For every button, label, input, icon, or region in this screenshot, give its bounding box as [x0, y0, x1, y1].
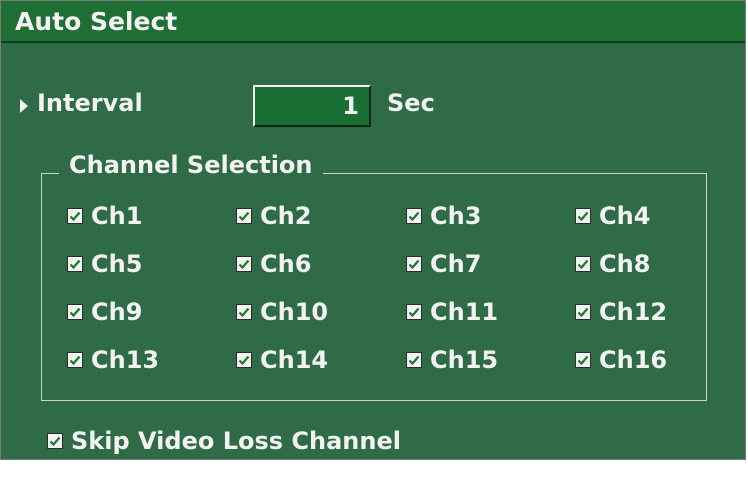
channel-checkbox-box[interactable]	[236, 208, 252, 224]
channel-label: Ch8	[599, 250, 651, 278]
check-mark-icon	[577, 307, 589, 318]
channel-label: Ch16	[599, 346, 668, 374]
check-mark-icon	[408, 211, 420, 222]
channel-checkbox-box[interactable]	[67, 352, 83, 368]
interval-input[interactable]: 1	[253, 85, 371, 127]
check-mark-icon	[69, 259, 81, 270]
check-mark-icon	[408, 355, 420, 366]
check-mark-icon	[69, 307, 81, 318]
channel-label: Ch3	[430, 202, 482, 230]
channel-label: Ch10	[260, 298, 329, 326]
channel-checkbox-box[interactable]	[575, 208, 591, 224]
check-mark-icon	[238, 211, 250, 222]
check-mark-icon	[238, 355, 250, 366]
channel-checkbox-box[interactable]	[575, 352, 591, 368]
channel-checkbox-box[interactable]	[406, 256, 422, 272]
channel-label: Ch4	[599, 202, 651, 230]
dialog-title: Auto Select	[1, 1, 745, 43]
channel-checkbox-box[interactable]	[236, 352, 252, 368]
auto-select-dialog: Auto Select Interval 1 Sec Channel Selec…	[0, 0, 746, 460]
check-mark-icon	[408, 307, 420, 318]
channel-label: Ch9	[91, 298, 143, 326]
channel-label: Ch2	[260, 202, 312, 230]
channel-checkbox-box[interactable]	[67, 304, 83, 320]
channel-label: Ch12	[599, 298, 668, 326]
channel-label: Ch14	[260, 346, 329, 374]
channel-checkbox-box[interactable]	[67, 256, 83, 272]
interval-label: Interval	[37, 89, 143, 117]
check-mark-icon	[238, 259, 250, 270]
channel-label: Ch15	[430, 346, 499, 374]
channel-label: Ch6	[260, 250, 312, 278]
skip-video-loss-label: Skip Video Loss Channel	[71, 427, 401, 455]
channel-checkbox-box[interactable]	[575, 304, 591, 320]
skip-video-loss-checkbox-box[interactable]	[47, 433, 63, 449]
check-mark-icon	[69, 211, 81, 222]
check-mark-icon	[49, 436, 61, 447]
channel-label: Ch13	[91, 346, 160, 374]
check-mark-icon	[408, 259, 420, 270]
interval-unit: Sec	[387, 89, 435, 117]
channel-label: Ch7	[430, 250, 482, 278]
channel-checkbox-box[interactable]	[575, 256, 591, 272]
channel-selection-label: Channel Selection	[59, 148, 323, 182]
channel-checkbox-box[interactable]	[406, 304, 422, 320]
channel-checkbox-box[interactable]	[67, 208, 83, 224]
channel-checkbox-box[interactable]	[236, 256, 252, 272]
channel-checkbox-box[interactable]	[236, 304, 252, 320]
channel-checkbox-box[interactable]	[406, 208, 422, 224]
channel-label: Ch11	[430, 298, 499, 326]
check-mark-icon	[69, 355, 81, 366]
channel-checkbox-box[interactable]	[406, 352, 422, 368]
check-mark-icon	[577, 355, 589, 366]
channel-label: Ch5	[91, 250, 143, 278]
check-mark-icon	[577, 259, 589, 270]
selection-arrow-icon	[20, 99, 28, 113]
check-mark-icon	[577, 211, 589, 222]
channel-label: Ch1	[91, 202, 143, 230]
check-mark-icon	[238, 307, 250, 318]
